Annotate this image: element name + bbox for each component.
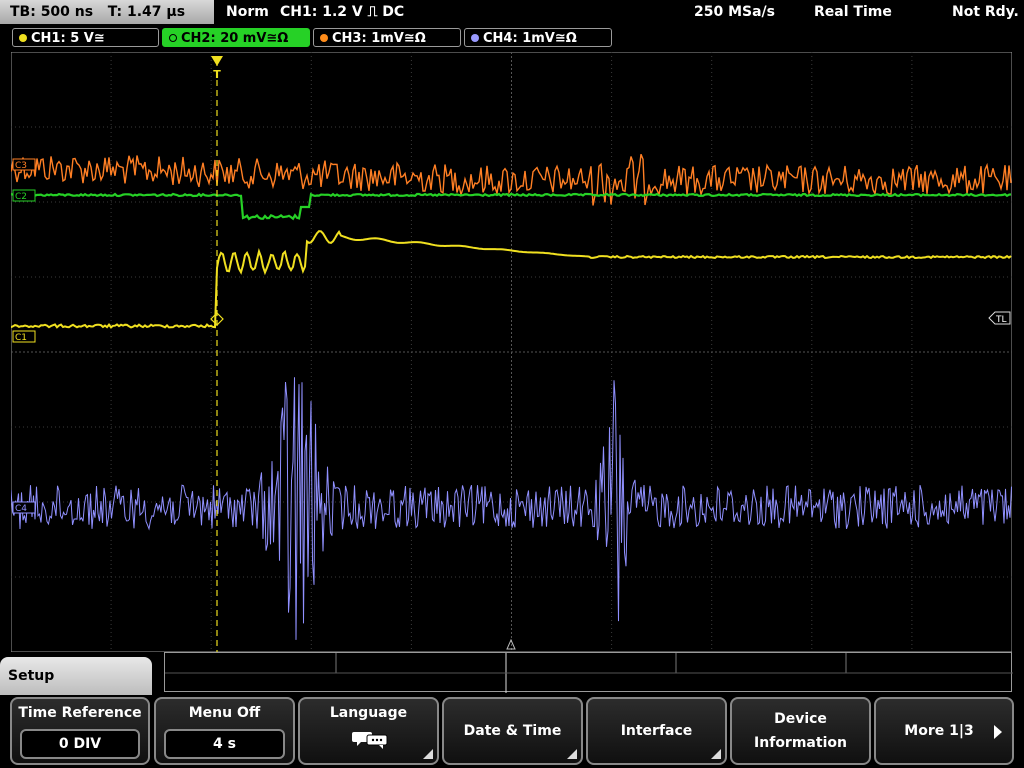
- ch4-offset-marker[interactable]: C4: [12, 501, 36, 514]
- ch3-offset-marker[interactable]: C3: [12, 158, 36, 171]
- trigger-setting[interactable]: CH1: 1.2 V ⎍ DC: [280, 0, 404, 24]
- horizontal-scale-ticks: [165, 653, 1013, 693]
- submenu-indicator-icon: [567, 749, 577, 759]
- ch2-offset-marker[interactable]: C2: [12, 189, 36, 202]
- ch1-offset-marker[interactable]: C1: [12, 330, 36, 343]
- trigger-level-label: TL: [995, 315, 1007, 325]
- next-arrow-icon: [994, 725, 1002, 739]
- acquisition-state: Not Rdy.: [952, 4, 1019, 20]
- tab-ch1[interactable]: CH1: 5 V≅: [12, 28, 159, 47]
- device-label: Device: [774, 711, 827, 727]
- menu-off-label: Menu Off: [188, 705, 261, 721]
- ch4-label: CH4: 1mV≅Ω: [483, 31, 577, 46]
- time-reference-button[interactable]: Time Reference 0 DIV: [10, 697, 150, 765]
- language-label: Language: [329, 705, 408, 721]
- device-information-button[interactable]: Device Information: [730, 697, 871, 765]
- ch4-dot-icon: [471, 34, 479, 42]
- ch4-offset-label: C4: [15, 504, 27, 514]
- ch2-label: CH2: 20 mV≅Ω: [181, 31, 289, 46]
- timebase-value: TB: 500 ns: [10, 4, 94, 20]
- date-time-label: Date & Time: [463, 723, 562, 739]
- menu-off-value: 4 s: [164, 729, 285, 759]
- ch3-offset-label: C3: [15, 161, 27, 171]
- menu-tab-setup[interactable]: Setup: [0, 657, 152, 695]
- trigger-time-value: T: 1.47 µs: [107, 4, 186, 20]
- date-time-button[interactable]: Date & Time: [442, 697, 583, 765]
- horizontal-scale-strip: [164, 652, 1013, 693]
- ch3-label: CH3: 1mV≅Ω: [332, 31, 426, 46]
- tab-ch3[interactable]: CH3: 1mV≅Ω: [313, 28, 461, 47]
- language-button[interactable]: Language: [298, 697, 439, 765]
- waveform-display[interactable]: T C3 C2 C1 C4 TL: [11, 52, 1012, 652]
- speech-bubble-icon: [352, 732, 388, 749]
- ch2-dot-icon: [169, 34, 177, 42]
- ch2-offset-label: C2: [15, 192, 27, 202]
- ch1-label: CH1: 5 V≅: [31, 31, 105, 46]
- ch1-dot-icon: [19, 34, 27, 42]
- svg-text:T: T: [213, 68, 221, 81]
- trigger-mode[interactable]: Norm: [226, 0, 269, 24]
- acquisition-mode: Real Time: [814, 4, 892, 20]
- interface-button[interactable]: Interface: [586, 697, 727, 765]
- tab-ch2[interactable]: CH2: 20 mV≅Ω: [162, 28, 310, 47]
- menu-off-button[interactable]: Menu Off 4 s: [154, 697, 295, 765]
- ch1-offset-label: C1: [15, 333, 27, 343]
- more-label: More 1|3: [904, 723, 974, 739]
- time-reference-label: Time Reference: [18, 705, 142, 721]
- waveform-canvas: T C3 C2 C1 C4 TL: [11, 52, 1012, 652]
- more-button[interactable]: More 1|3: [874, 697, 1014, 765]
- sample-rate: 250 MSa/s: [694, 4, 776, 20]
- submenu-indicator-icon: [711, 749, 721, 759]
- ch3-dot-icon: [320, 34, 328, 42]
- information-label: Information: [754, 735, 847, 751]
- status-bar: TB: 500 ns T: 1.47 µs Norm CH1: 1.2 V ⎍ …: [0, 0, 1024, 24]
- interface-label: Interface: [620, 723, 693, 739]
- tab-ch4[interactable]: CH4: 1mV≅Ω: [464, 28, 612, 47]
- submenu-indicator-icon: [423, 749, 433, 759]
- time-reference-value: 0 DIV: [20, 729, 140, 759]
- timebase-box[interactable]: TB: 500 ns T: 1.47 µs: [0, 0, 214, 24]
